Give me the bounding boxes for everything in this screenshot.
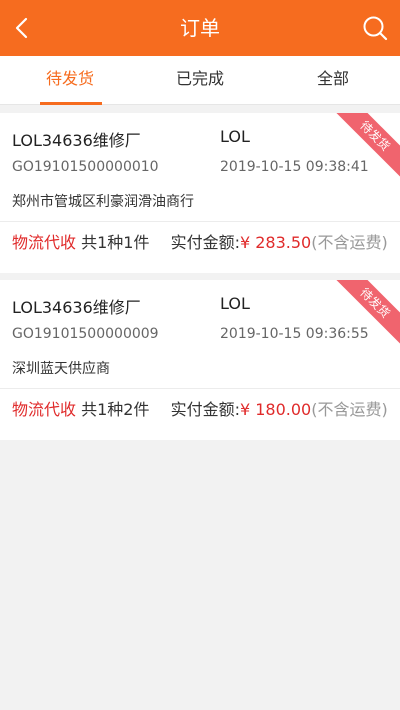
order-summary: 物流代收 共1种2件 实付金额:¥ 180.00(不含运费) <box>12 396 388 420</box>
shop-name: LOL34636维修厂 <box>12 131 141 150</box>
order-card[interactable]: LOL34636维修厂 LOL GO19101500000009 2019-10… <box>0 280 400 440</box>
tab-pending-shipment[interactable]: 待发货 <box>20 56 120 104</box>
search-icon[interactable] <box>360 13 390 43</box>
tab-all[interactable]: 全部 <box>283 56 383 104</box>
tab-completed[interactable]: 已完成 <box>150 56 250 104</box>
buyer-name: LOL <box>220 127 250 146</box>
shop-name: LOL34636维修厂 <box>12 298 141 317</box>
paid-amount-label: 实付金额: <box>170 233 240 252</box>
order-summary: 物流代收 共1种1件 实付金额:¥ 283.50(不含运费) <box>12 229 388 253</box>
order-number: GO19101500000009 <box>12 326 159 342</box>
card-divider <box>0 388 400 389</box>
item-count: 共1种2件 <box>81 400 150 419</box>
order-card[interactable]: LOL34636维修厂 LOL GO19101500000010 2019-10… <box>0 113 400 273</box>
paid-amount: ¥ 283.50 <box>239 233 312 252</box>
supplier-name: 郑州市管城区利豪润滑油商行 <box>12 194 194 210</box>
page-title: 订单 <box>180 16 220 40</box>
shipping-note: (不含运费) <box>311 400 388 419</box>
shipping-note: (不含运费) <box>311 233 388 252</box>
order-time: 2019-10-15 09:38:41 <box>220 159 369 175</box>
order-number: GO19101500000010 <box>12 159 159 175</box>
logistics-label: 物流代收 <box>12 400 77 419</box>
logistics-label: 物流代收 <box>12 233 77 252</box>
order-time: 2019-10-15 09:36:55 <box>220 326 369 342</box>
paid-amount-label: 实付金额: <box>170 400 240 419</box>
item-count: 共1种1件 <box>81 233 150 252</box>
paid-amount: ¥ 180.00 <box>239 400 312 419</box>
active-tab-indicator <box>40 102 102 105</box>
order-tabs: 待发货 已完成 全部 <box>0 56 400 105</box>
card-divider <box>0 221 400 222</box>
app-header: 订单 <box>0 0 400 56</box>
supplier-name: 深圳蓝天供应商 <box>12 361 110 377</box>
buyer-name: LOL <box>220 294 250 313</box>
